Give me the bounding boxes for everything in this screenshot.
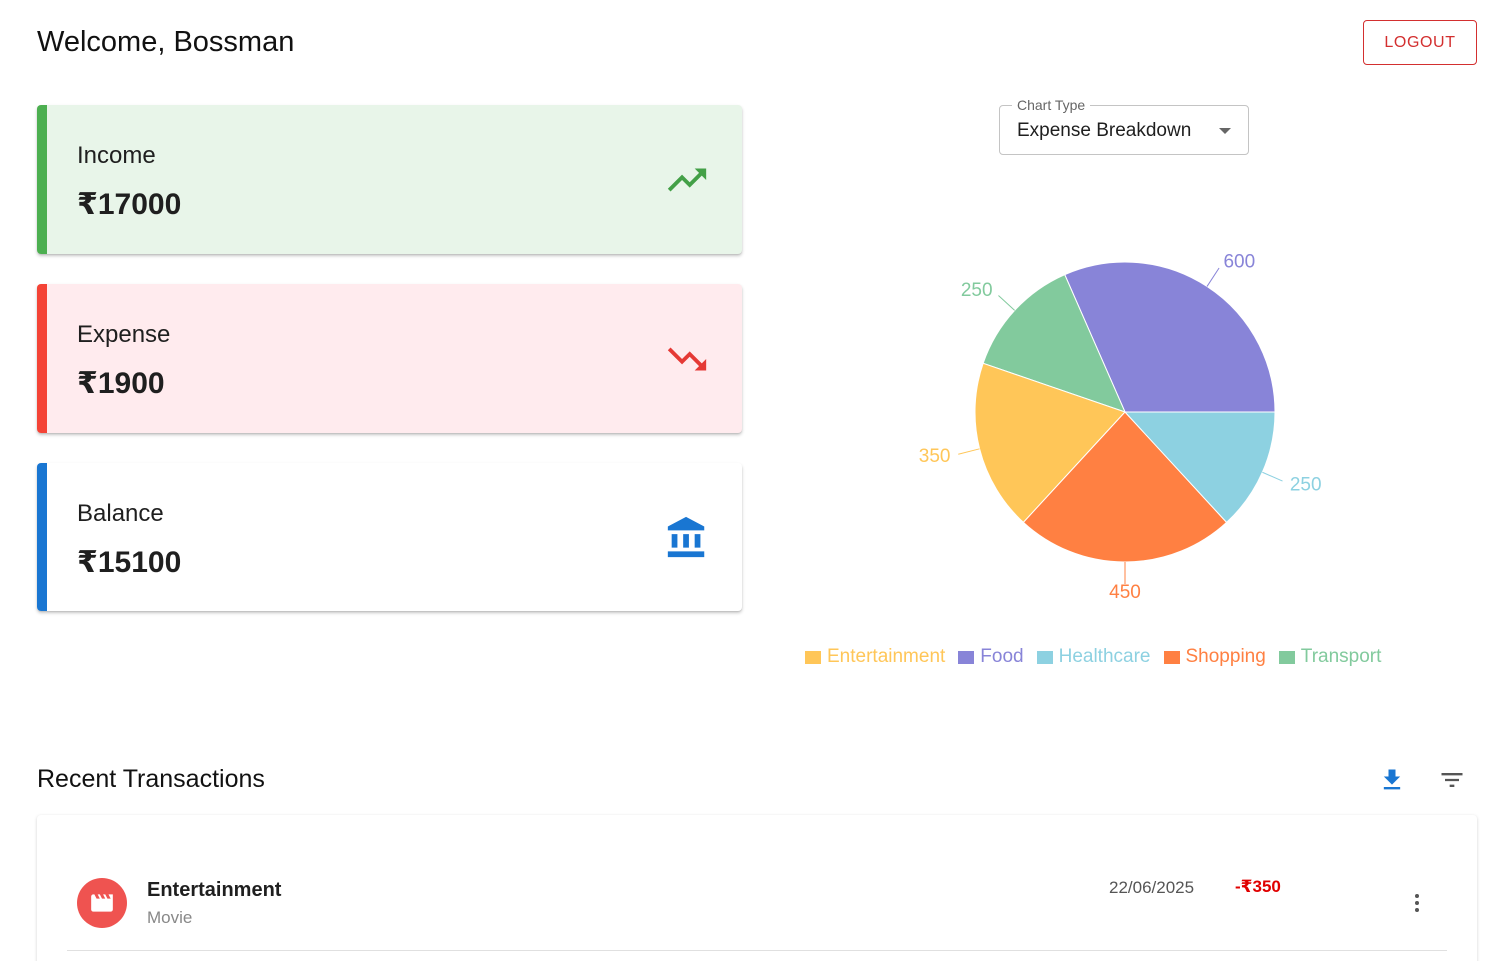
legend-item-healthcare[interactable]: Healthcare bbox=[1036, 646, 1151, 668]
bank-icon bbox=[667, 516, 705, 558]
chart-type-select[interactable]: Chart Type Expense Breakdown bbox=[999, 97, 1249, 155]
legend-label: Shopping bbox=[1185, 646, 1266, 667]
movie-icon bbox=[91, 894, 113, 912]
pie-label-line bbox=[958, 448, 980, 455]
more-vertical-icon[interactable] bbox=[1405, 891, 1429, 915]
pie-data-label: 600 bbox=[1223, 251, 1255, 272]
expense-pie-chart: 600 250 350 450 250 bbox=[919, 251, 1322, 600]
expense-card: Expense ₹1900 bbox=[37, 284, 742, 433]
balance-card: Balance ₹15100 bbox=[37, 463, 742, 611]
transaction-date: 22/06/2025 bbox=[1109, 878, 1195, 897]
legend-label: Healthcare bbox=[1058, 646, 1151, 667]
chevron-down-icon bbox=[1219, 128, 1231, 134]
transactions-list: Entertainment Movie 22/06/2025 -₹350 bbox=[37, 815, 1477, 961]
chart-type-value: Expense Breakdown bbox=[1017, 120, 1192, 141]
trending-down-icon bbox=[667, 347, 707, 371]
pie-label-line bbox=[1262, 471, 1283, 482]
legend-swatch bbox=[1278, 650, 1295, 664]
expense-accent-bar bbox=[37, 284, 47, 433]
legend-item-shopping[interactable]: Shopping bbox=[1163, 646, 1266, 668]
transaction-description: Movie bbox=[147, 908, 193, 927]
legend-label: Food bbox=[980, 646, 1024, 667]
list-item[interactable]: Entertainment Movie 22/06/2025 -₹350 bbox=[67, 865, 1447, 951]
legend-label: Transport bbox=[1300, 646, 1382, 667]
recent-transactions-title: Recent Transactions bbox=[37, 765, 265, 793]
filter-icon[interactable] bbox=[1438, 766, 1466, 794]
expense-amount: ₹1900 bbox=[77, 367, 165, 400]
income-accent-bar bbox=[37, 105, 47, 254]
balance-accent-bar bbox=[37, 463, 47, 611]
chart-legend: Entertainment Food Healthcare Shopping Trans… bbox=[805, 646, 1381, 668]
balance-label: Balance bbox=[77, 500, 164, 527]
avatar bbox=[77, 878, 127, 928]
legend-swatch bbox=[1163, 650, 1180, 664]
pie-label-line bbox=[1206, 267, 1220, 287]
income-card: Income ₹17000 bbox=[37, 105, 742, 254]
welcome-heading: Welcome, Bossman bbox=[37, 26, 295, 58]
legend-item-entertainment[interactable]: Entertainment bbox=[805, 646, 945, 668]
pie-data-label: 250 bbox=[1290, 474, 1322, 495]
download-icon[interactable] bbox=[1378, 766, 1406, 794]
pie-data-label: 350 bbox=[919, 446, 951, 467]
expense-label: Expense bbox=[77, 321, 171, 348]
legend-swatch bbox=[1036, 650, 1053, 664]
pie-label-line bbox=[998, 295, 1015, 311]
income-label: Income bbox=[77, 142, 156, 169]
legend-swatch bbox=[958, 650, 975, 664]
legend-swatch bbox=[805, 650, 821, 664]
income-amount: ₹17000 bbox=[77, 188, 182, 221]
legend-item-transport[interactable]: Transport bbox=[1278, 646, 1382, 668]
transaction-amount: -₹350 bbox=[1235, 877, 1281, 896]
pie-data-label: 250 bbox=[961, 280, 993, 301]
legend-item-food[interactable]: Food bbox=[958, 646, 1024, 668]
pie-data-label: 450 bbox=[1109, 582, 1141, 600]
trending-up-icon bbox=[667, 168, 707, 192]
transaction-category: Entertainment bbox=[147, 879, 282, 901]
chart-type-label: Chart Type bbox=[1012, 97, 1091, 113]
logout-button[interactable]: LOGOUT bbox=[1363, 20, 1477, 65]
balance-amount: ₹15100 bbox=[77, 546, 182, 579]
legend-label: Entertainment bbox=[827, 646, 946, 667]
